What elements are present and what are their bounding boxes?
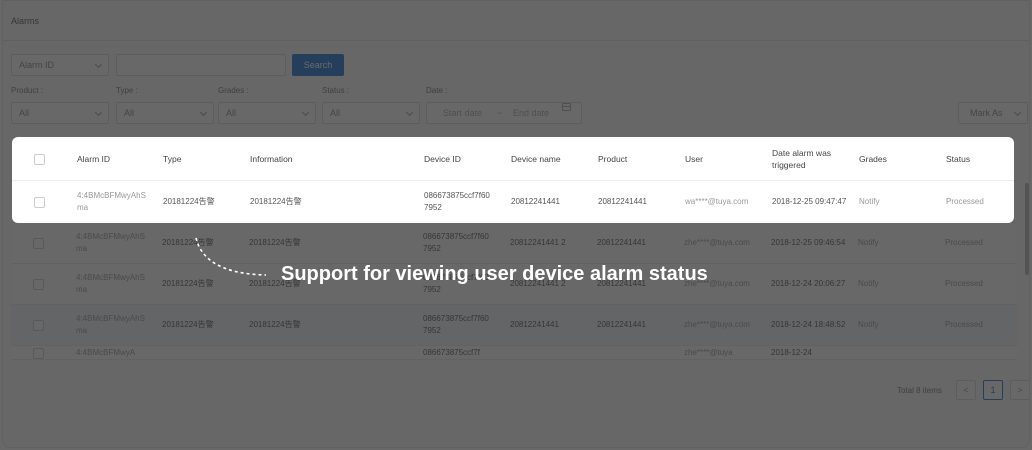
annotation-caption: Support for viewing user device alarm st… — [281, 263, 708, 285]
annotation-connector — [195, 237, 267, 276]
